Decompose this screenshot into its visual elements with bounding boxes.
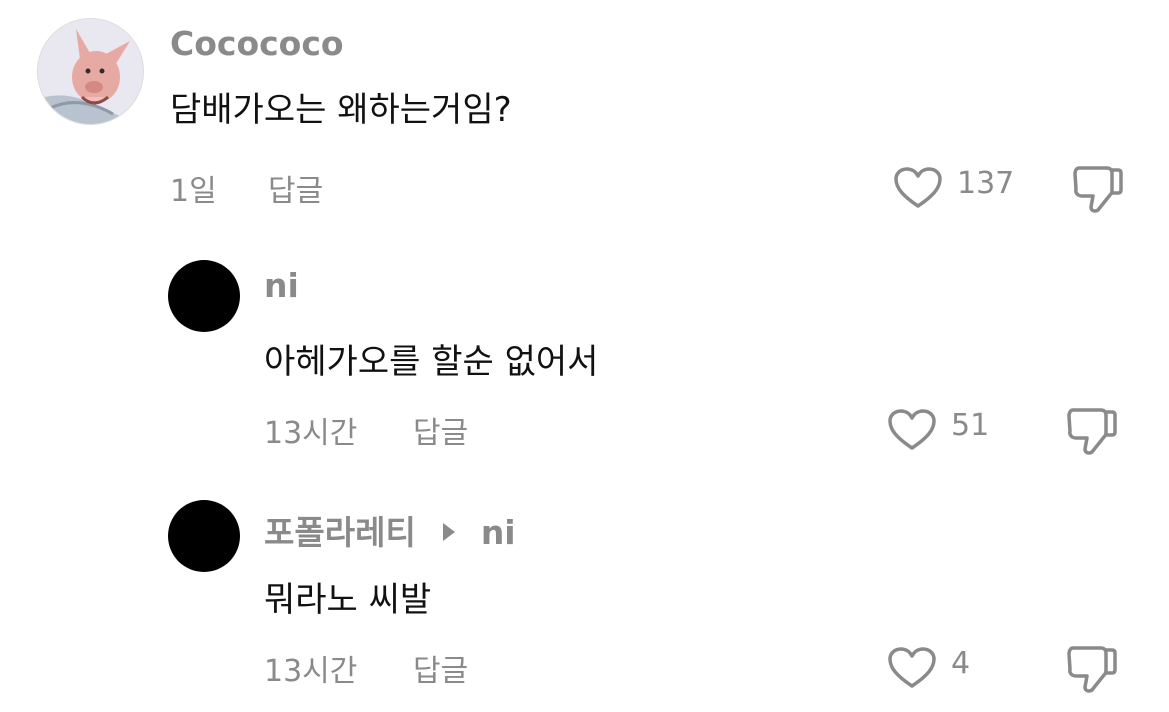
avatar[interactable] — [168, 500, 240, 572]
comment-timestamp: 13시간 — [264, 416, 358, 451]
reply-arrow-icon — [443, 522, 456, 541]
like-count: 51 — [951, 408, 990, 443]
comment-timestamp: 1일 — [170, 174, 217, 209]
thumbs-down-icon[interactable] — [1071, 162, 1125, 220]
heart-outline-icon — [888, 647, 936, 688]
reply-button[interactable]: 답글 — [413, 646, 468, 690]
thumbs-down-icon[interactable] — [1065, 642, 1119, 700]
like-count: 137 — [957, 166, 1015, 201]
reply-to-username[interactable]: ni — [481, 513, 516, 552]
avatar[interactable] — [37, 18, 144, 125]
comment-username[interactable]: ni — [264, 266, 299, 305]
heart-outline-icon — [894, 167, 942, 208]
comment-username[interactable]: 포폴라레티 — [264, 513, 416, 552]
comment-timestamp: 13시간 — [264, 654, 358, 689]
comment-text: 뭐라노 씨발 — [264, 580, 432, 620]
heart-icon[interactable] — [893, 166, 943, 214]
heart-icon[interactable] — [887, 408, 937, 456]
pig-character-icon — [38, 19, 143, 124]
heart-outline-icon — [888, 409, 936, 450]
dislike-outline-icon — [1067, 408, 1117, 455]
comment-username-line: 포폴라레티 ni — [264, 506, 516, 554]
comment-username[interactable]: Cocococo — [170, 24, 344, 63]
heart-icon[interactable] — [887, 646, 937, 694]
comment-text: 담배가오는 왜하는거임? — [170, 90, 512, 130]
reply-button[interactable]: 답글 — [268, 166, 323, 210]
comment-text: 아헤가오를 할순 없어서 — [264, 342, 599, 382]
reply-item: 포폴라레티 ni 뭐라노 씨발 13시간 답글 4 — [0, 480, 1169, 712]
dislike-outline-icon — [1073, 166, 1123, 213]
comment-item: Cocococo 담배가오는 왜하는거임? 1일 답글 137 — [0, 0, 1169, 220]
reply-button[interactable]: 답글 — [413, 408, 468, 452]
avatar[interactable] — [168, 260, 240, 332]
dislike-outline-icon — [1067, 646, 1117, 693]
thumbs-down-icon[interactable] — [1065, 404, 1119, 462]
like-count: 4 — [951, 646, 971, 681]
reply-item: ni 아헤가오를 할순 없어서 13시간 답글 51 — [0, 240, 1169, 470]
